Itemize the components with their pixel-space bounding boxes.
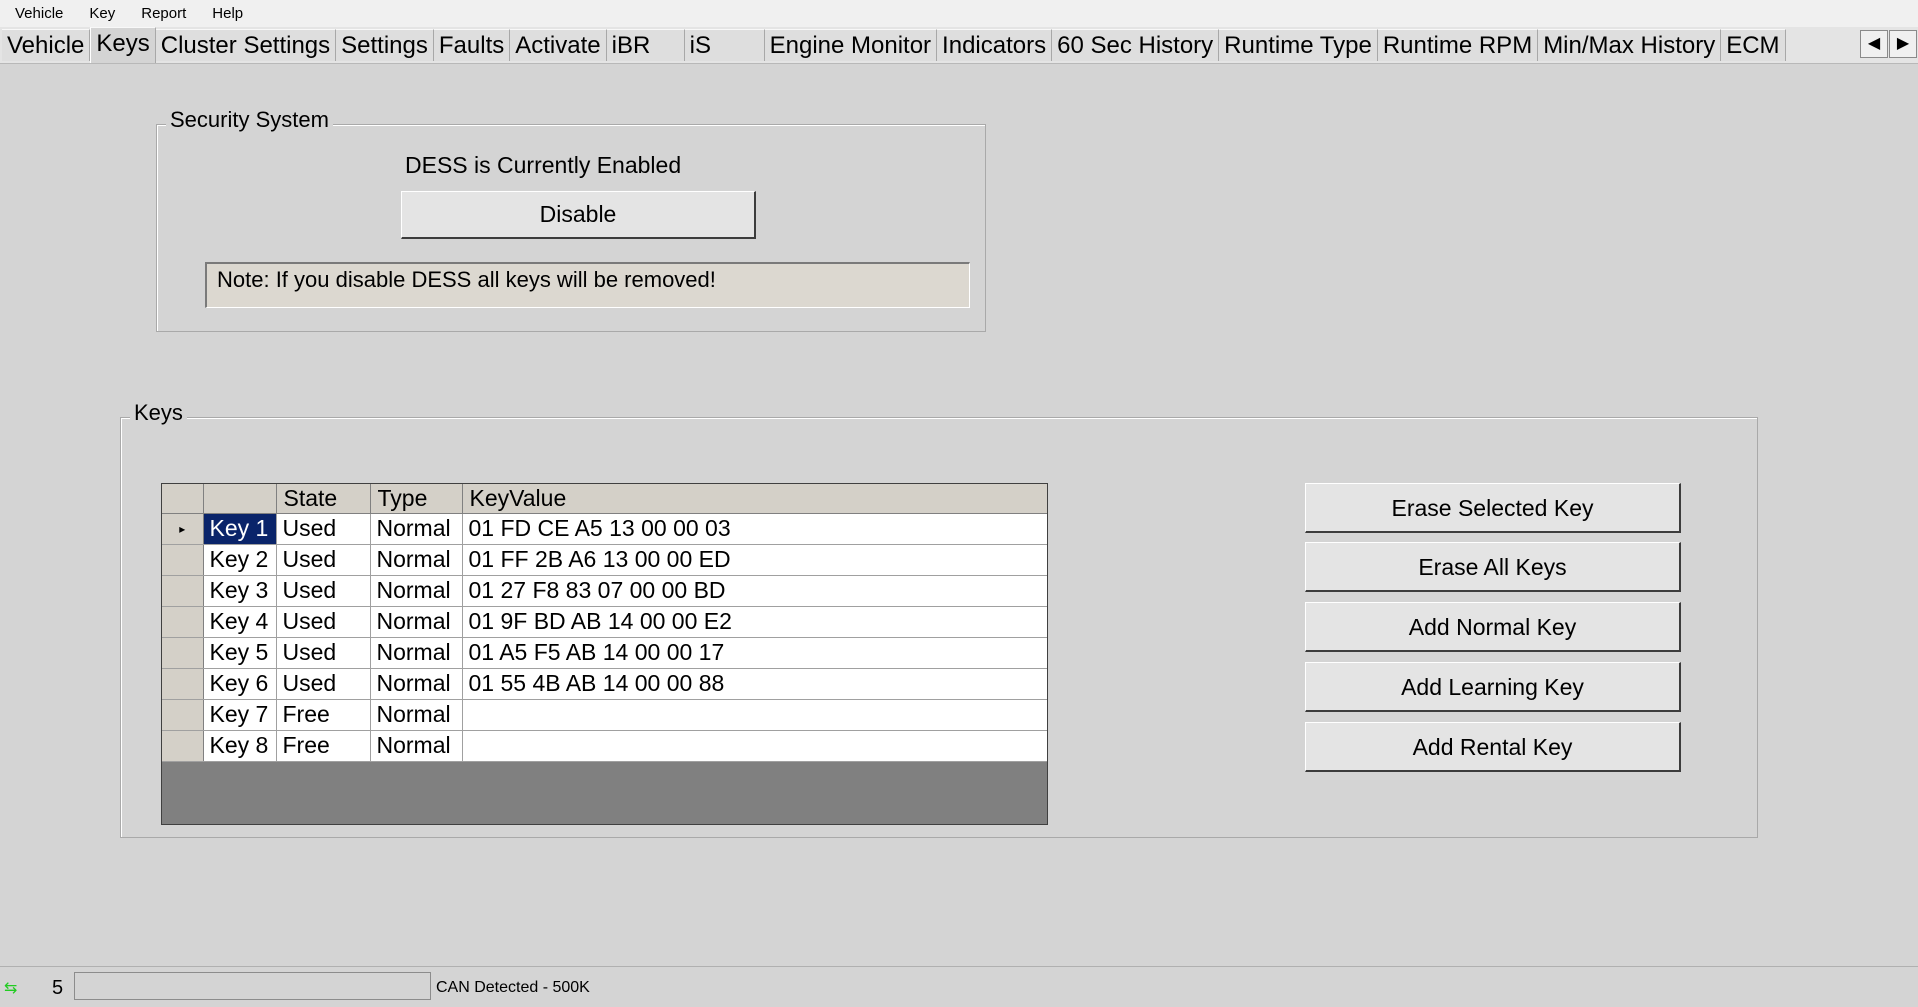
tab-ibr[interactable]: iBR bbox=[606, 29, 685, 61]
row-header[interactable] bbox=[162, 668, 204, 700]
tab-activate[interactable]: Activate bbox=[510, 29, 607, 61]
table-row[interactable]: Key 2 Used Normal 01 FF 2B A6 13 00 00 E… bbox=[162, 544, 1047, 576]
menu-help[interactable]: Help bbox=[205, 5, 253, 22]
key-name-cell[interactable]: Key 6 bbox=[203, 668, 277, 700]
tab-keys[interactable]: Keys bbox=[90, 27, 156, 63]
key-name-cell[interactable]: Key 1 bbox=[203, 513, 277, 545]
key-value-cell[interactable] bbox=[462, 730, 1047, 762]
row-header[interactable] bbox=[162, 544, 204, 576]
key-value-cell[interactable] bbox=[462, 699, 1047, 731]
key-state-cell[interactable]: Used bbox=[276, 637, 371, 669]
key-value-cell[interactable]: 01 A5 F5 AB 14 00 00 17 bbox=[462, 637, 1047, 669]
table-row[interactable]: ▸ Key 1 Used Normal 01 FD CE A5 13 00 00… bbox=[162, 513, 1047, 545]
tab-min-max-history[interactable]: Min/Max History bbox=[1538, 29, 1722, 61]
tab-indicators[interactable]: Indicators bbox=[937, 29, 1053, 61]
key-name-cell[interactable]: Key 7 bbox=[203, 699, 277, 731]
tab-is[interactable]: iS bbox=[684, 29, 765, 61]
tab-faults[interactable]: Faults bbox=[433, 29, 511, 61]
dess-status-label: DESS is Currently Enabled bbox=[405, 152, 682, 178]
menu-key[interactable]: Key bbox=[82, 5, 125, 22]
key-type-cell[interactable]: Normal bbox=[370, 699, 463, 731]
key-name-cell[interactable]: Key 3 bbox=[203, 575, 277, 607]
key-type-cell[interactable]: Normal bbox=[370, 513, 463, 545]
key-type-cell[interactable]: Normal bbox=[370, 606, 463, 638]
key-state-cell[interactable]: Used bbox=[276, 668, 371, 700]
tab-scroll-right-icon[interactable]: ▶ bbox=[1889, 30, 1917, 58]
tab-engine-monitor[interactable]: Engine Monitor bbox=[764, 29, 938, 61]
add-rental-key-button[interactable]: Add Rental Key bbox=[1305, 722, 1681, 772]
menu-report[interactable]: Report bbox=[134, 5, 196, 22]
column-header-name[interactable] bbox=[203, 484, 277, 514]
key-state-cell[interactable]: Used bbox=[276, 606, 371, 638]
tab-strip: Vehicle Keys Cluster Settings Settings F… bbox=[0, 27, 1918, 64]
tab-list: Vehicle Keys Cluster Settings Settings F… bbox=[2, 27, 1858, 63]
current-row-arrow-icon: ▸ bbox=[162, 513, 204, 545]
tab-ecm[interactable]: ECM bbox=[1721, 29, 1786, 61]
add-learning-key-button[interactable]: Add Learning Key bbox=[1305, 662, 1681, 712]
key-type-cell[interactable]: Normal bbox=[370, 730, 463, 762]
tab-settings[interactable]: Settings bbox=[336, 29, 434, 61]
key-state-cell[interactable]: Used bbox=[276, 513, 371, 545]
row-header[interactable] bbox=[162, 637, 204, 669]
key-value-cell[interactable]: 01 55 4B AB 14 00 00 88 bbox=[462, 668, 1047, 700]
menu-vehicle[interactable]: Vehicle bbox=[8, 5, 73, 22]
row-header[interactable] bbox=[162, 730, 204, 762]
key-state-cell[interactable]: Free bbox=[276, 699, 371, 731]
connection-status-text: CAN Detected - 500K bbox=[436, 979, 590, 996]
tab-cluster-settings[interactable]: Cluster Settings bbox=[155, 29, 337, 61]
key-name-cell[interactable]: Key 2 bbox=[203, 544, 277, 576]
tab-runtime-rpm[interactable]: Runtime RPM bbox=[1377, 29, 1539, 61]
table-row[interactable]: Key 6 Used Normal 01 55 4B AB 14 00 00 8… bbox=[162, 668, 1047, 700]
table-row[interactable]: Key 7 Free Normal bbox=[162, 699, 1047, 731]
table-row[interactable]: Key 3 Used Normal 01 27 F8 83 07 00 00 B… bbox=[162, 575, 1047, 607]
menu-bar: Vehicle Key Report Help bbox=[0, 0, 1918, 28]
key-state-cell[interactable]: Free bbox=[276, 730, 371, 762]
keys-group-title: Keys bbox=[130, 401, 187, 425]
key-type-cell[interactable]: Normal bbox=[370, 668, 463, 700]
table-row[interactable]: Key 4 Used Normal 01 9F BD AB 14 00 00 E… bbox=[162, 606, 1047, 638]
status-bar: ⇆ 5 CAN Detected - 500K bbox=[0, 966, 1918, 1007]
erase-all-keys-button[interactable]: Erase All Keys bbox=[1305, 542, 1681, 592]
tab-vehicle[interactable]: Vehicle bbox=[2, 29, 91, 61]
row-header[interactable] bbox=[162, 575, 204, 607]
row-header[interactable] bbox=[162, 606, 204, 638]
column-header-keyvalue[interactable]: KeyValue bbox=[462, 484, 1047, 514]
security-system-title: Security System bbox=[166, 108, 333, 132]
tab-runtime-type[interactable]: Runtime Type bbox=[1219, 29, 1378, 61]
column-header-state[interactable]: State bbox=[276, 484, 371, 514]
row-header-corner bbox=[162, 484, 204, 514]
key-state-cell[interactable]: Used bbox=[276, 575, 371, 607]
disable-dess-button[interactable]: Disable bbox=[401, 191, 756, 239]
erase-selected-key-button[interactable]: Erase Selected Key bbox=[1305, 483, 1681, 533]
column-header-type[interactable]: Type bbox=[370, 484, 463, 514]
tab-60-sec-history[interactable]: 60 Sec History bbox=[1052, 29, 1220, 61]
table-row[interactable]: Key 5 Used Normal 01 A5 F5 AB 14 00 00 1… bbox=[162, 637, 1047, 669]
table-row[interactable]: Key 8 Free Normal bbox=[162, 730, 1047, 762]
key-type-cell[interactable]: Normal bbox=[370, 637, 463, 669]
key-value-cell[interactable]: 01 27 F8 83 07 00 00 BD bbox=[462, 575, 1047, 607]
key-name-cell[interactable]: Key 4 bbox=[203, 606, 277, 638]
key-value-cell[interactable]: 01 FF 2B A6 13 00 00 ED bbox=[462, 544, 1047, 576]
key-value-cell[interactable]: 01 FD CE A5 13 00 00 03 bbox=[462, 513, 1047, 545]
key-type-cell[interactable]: Normal bbox=[370, 575, 463, 607]
key-type-cell[interactable]: Normal bbox=[370, 544, 463, 576]
key-value-cell[interactable]: 01 9F BD AB 14 00 00 E2 bbox=[462, 606, 1047, 638]
keys-table[interactable]: State Type KeyValue ▸ Key 1 Used Normal … bbox=[161, 483, 1048, 825]
table-header-row: State Type KeyValue bbox=[162, 484, 1047, 514]
row-header[interactable] bbox=[162, 699, 204, 731]
key-name-cell[interactable]: Key 8 bbox=[203, 730, 277, 762]
status-count: 5 bbox=[52, 977, 64, 999]
tab-scroll-left-icon[interactable]: ◀ bbox=[1860, 30, 1888, 58]
key-name-cell[interactable]: Key 5 bbox=[203, 637, 277, 669]
add-normal-key-button[interactable]: Add Normal Key bbox=[1305, 602, 1681, 652]
connection-activity-icon: ⇆ bbox=[4, 980, 18, 997]
status-progress-panel bbox=[74, 972, 431, 1000]
key-state-cell[interactable]: Used bbox=[276, 544, 371, 576]
dess-warning-note: Note: If you disable DESS all keys will … bbox=[205, 262, 970, 308]
